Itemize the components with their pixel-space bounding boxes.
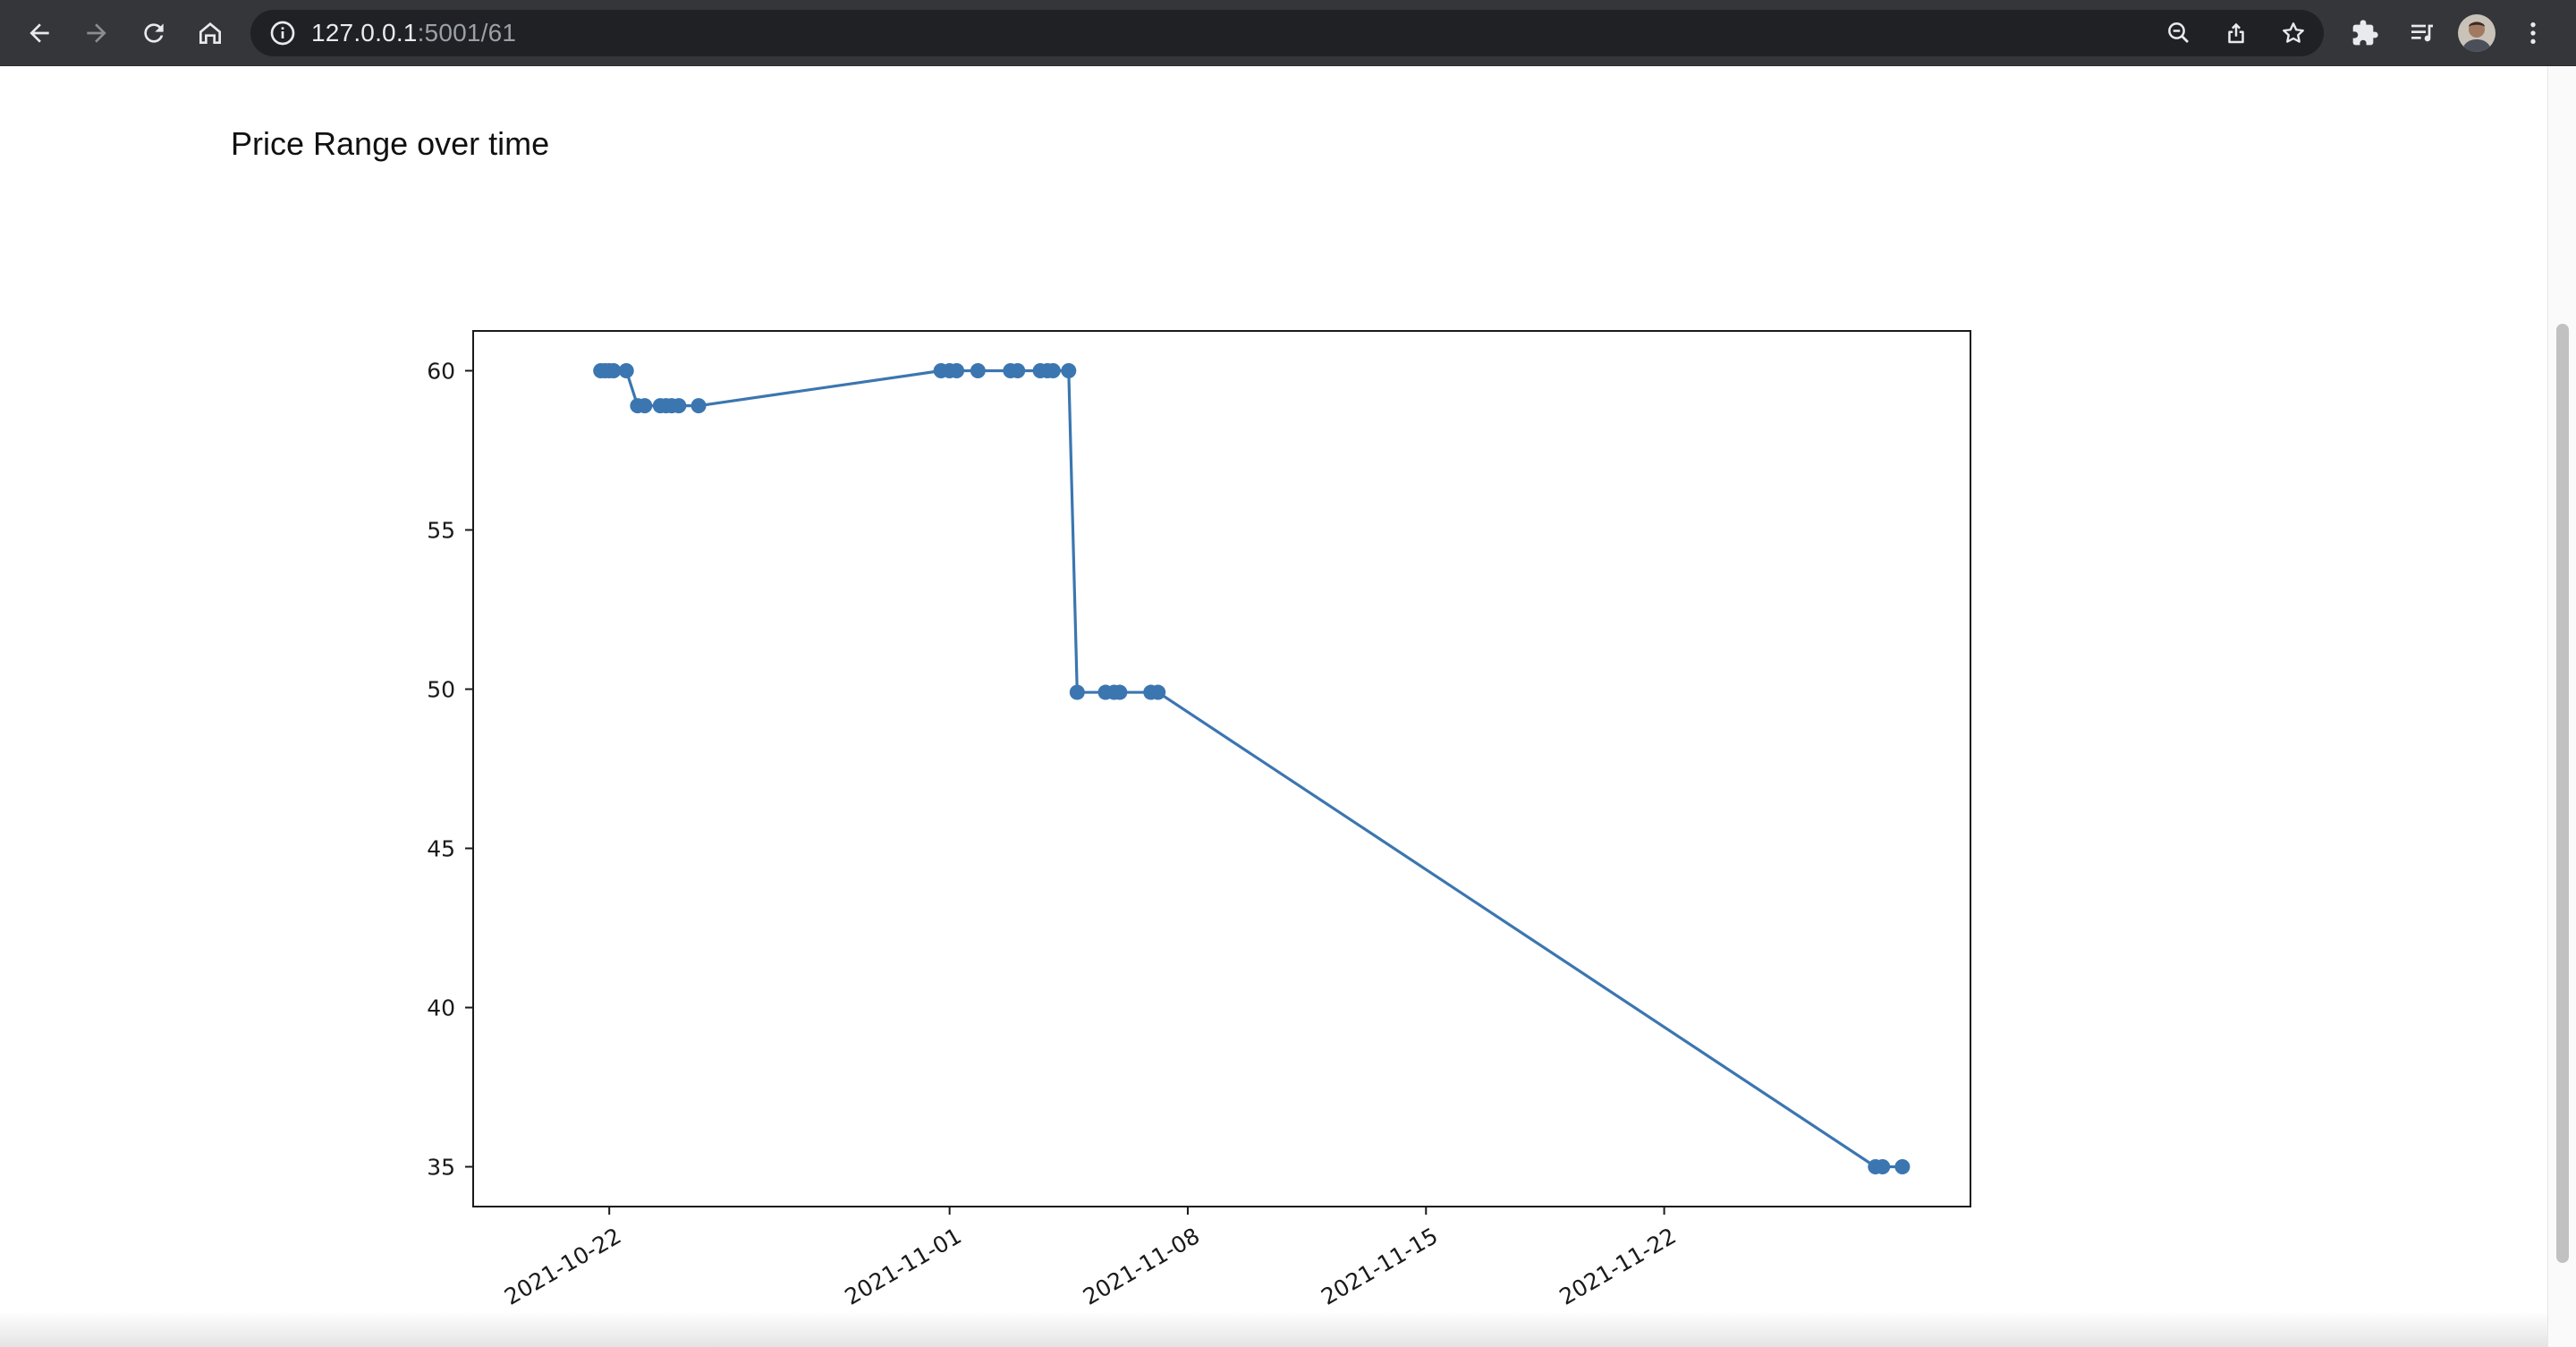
plot-frame: [472, 330, 1971, 1207]
x-tick-label: 2021-11-15: [1317, 1223, 1442, 1310]
y-tick-label: 50: [427, 677, 455, 703]
data-point: [949, 363, 965, 378]
series-line: [600, 369, 1902, 1169]
y-tick-label: 40: [427, 995, 455, 1021]
data-point: [671, 398, 687, 414]
x-tick-label: 2021-10-22: [500, 1223, 625, 1310]
price-range-chart: 35 40 45 50 55 60 2021-10-22 2021-11-01 2021-11-…: [427, 330, 1971, 1310]
data-point: [1875, 1159, 1891, 1174]
x-tick-label: 2021-11-22: [1555, 1223, 1680, 1310]
data-point: [1045, 363, 1061, 378]
data-point: [691, 398, 707, 414]
data-point: [1010, 363, 1026, 378]
scrollbar-thumb[interactable]: [2556, 324, 2569, 1263]
data-point: [1894, 1159, 1911, 1174]
data-point: [1061, 363, 1077, 378]
bottom-shadow: [0, 1311, 2547, 1347]
y-tick-label: 60: [427, 359, 455, 385]
y-tick-label: 35: [427, 1155, 455, 1181]
y-tick-label: 45: [427, 836, 455, 862]
data-point: [618, 363, 634, 378]
data-point: [637, 398, 653, 414]
data-point: [970, 363, 986, 378]
data-point: [1150, 684, 1166, 700]
x-tick-label: 2021-11-08: [1079, 1223, 1204, 1310]
data-point: [1069, 684, 1085, 700]
x-tick-label: 2021-11-01: [841, 1223, 966, 1310]
data-point: [1112, 684, 1128, 700]
y-tick-label: 55: [427, 518, 455, 544]
